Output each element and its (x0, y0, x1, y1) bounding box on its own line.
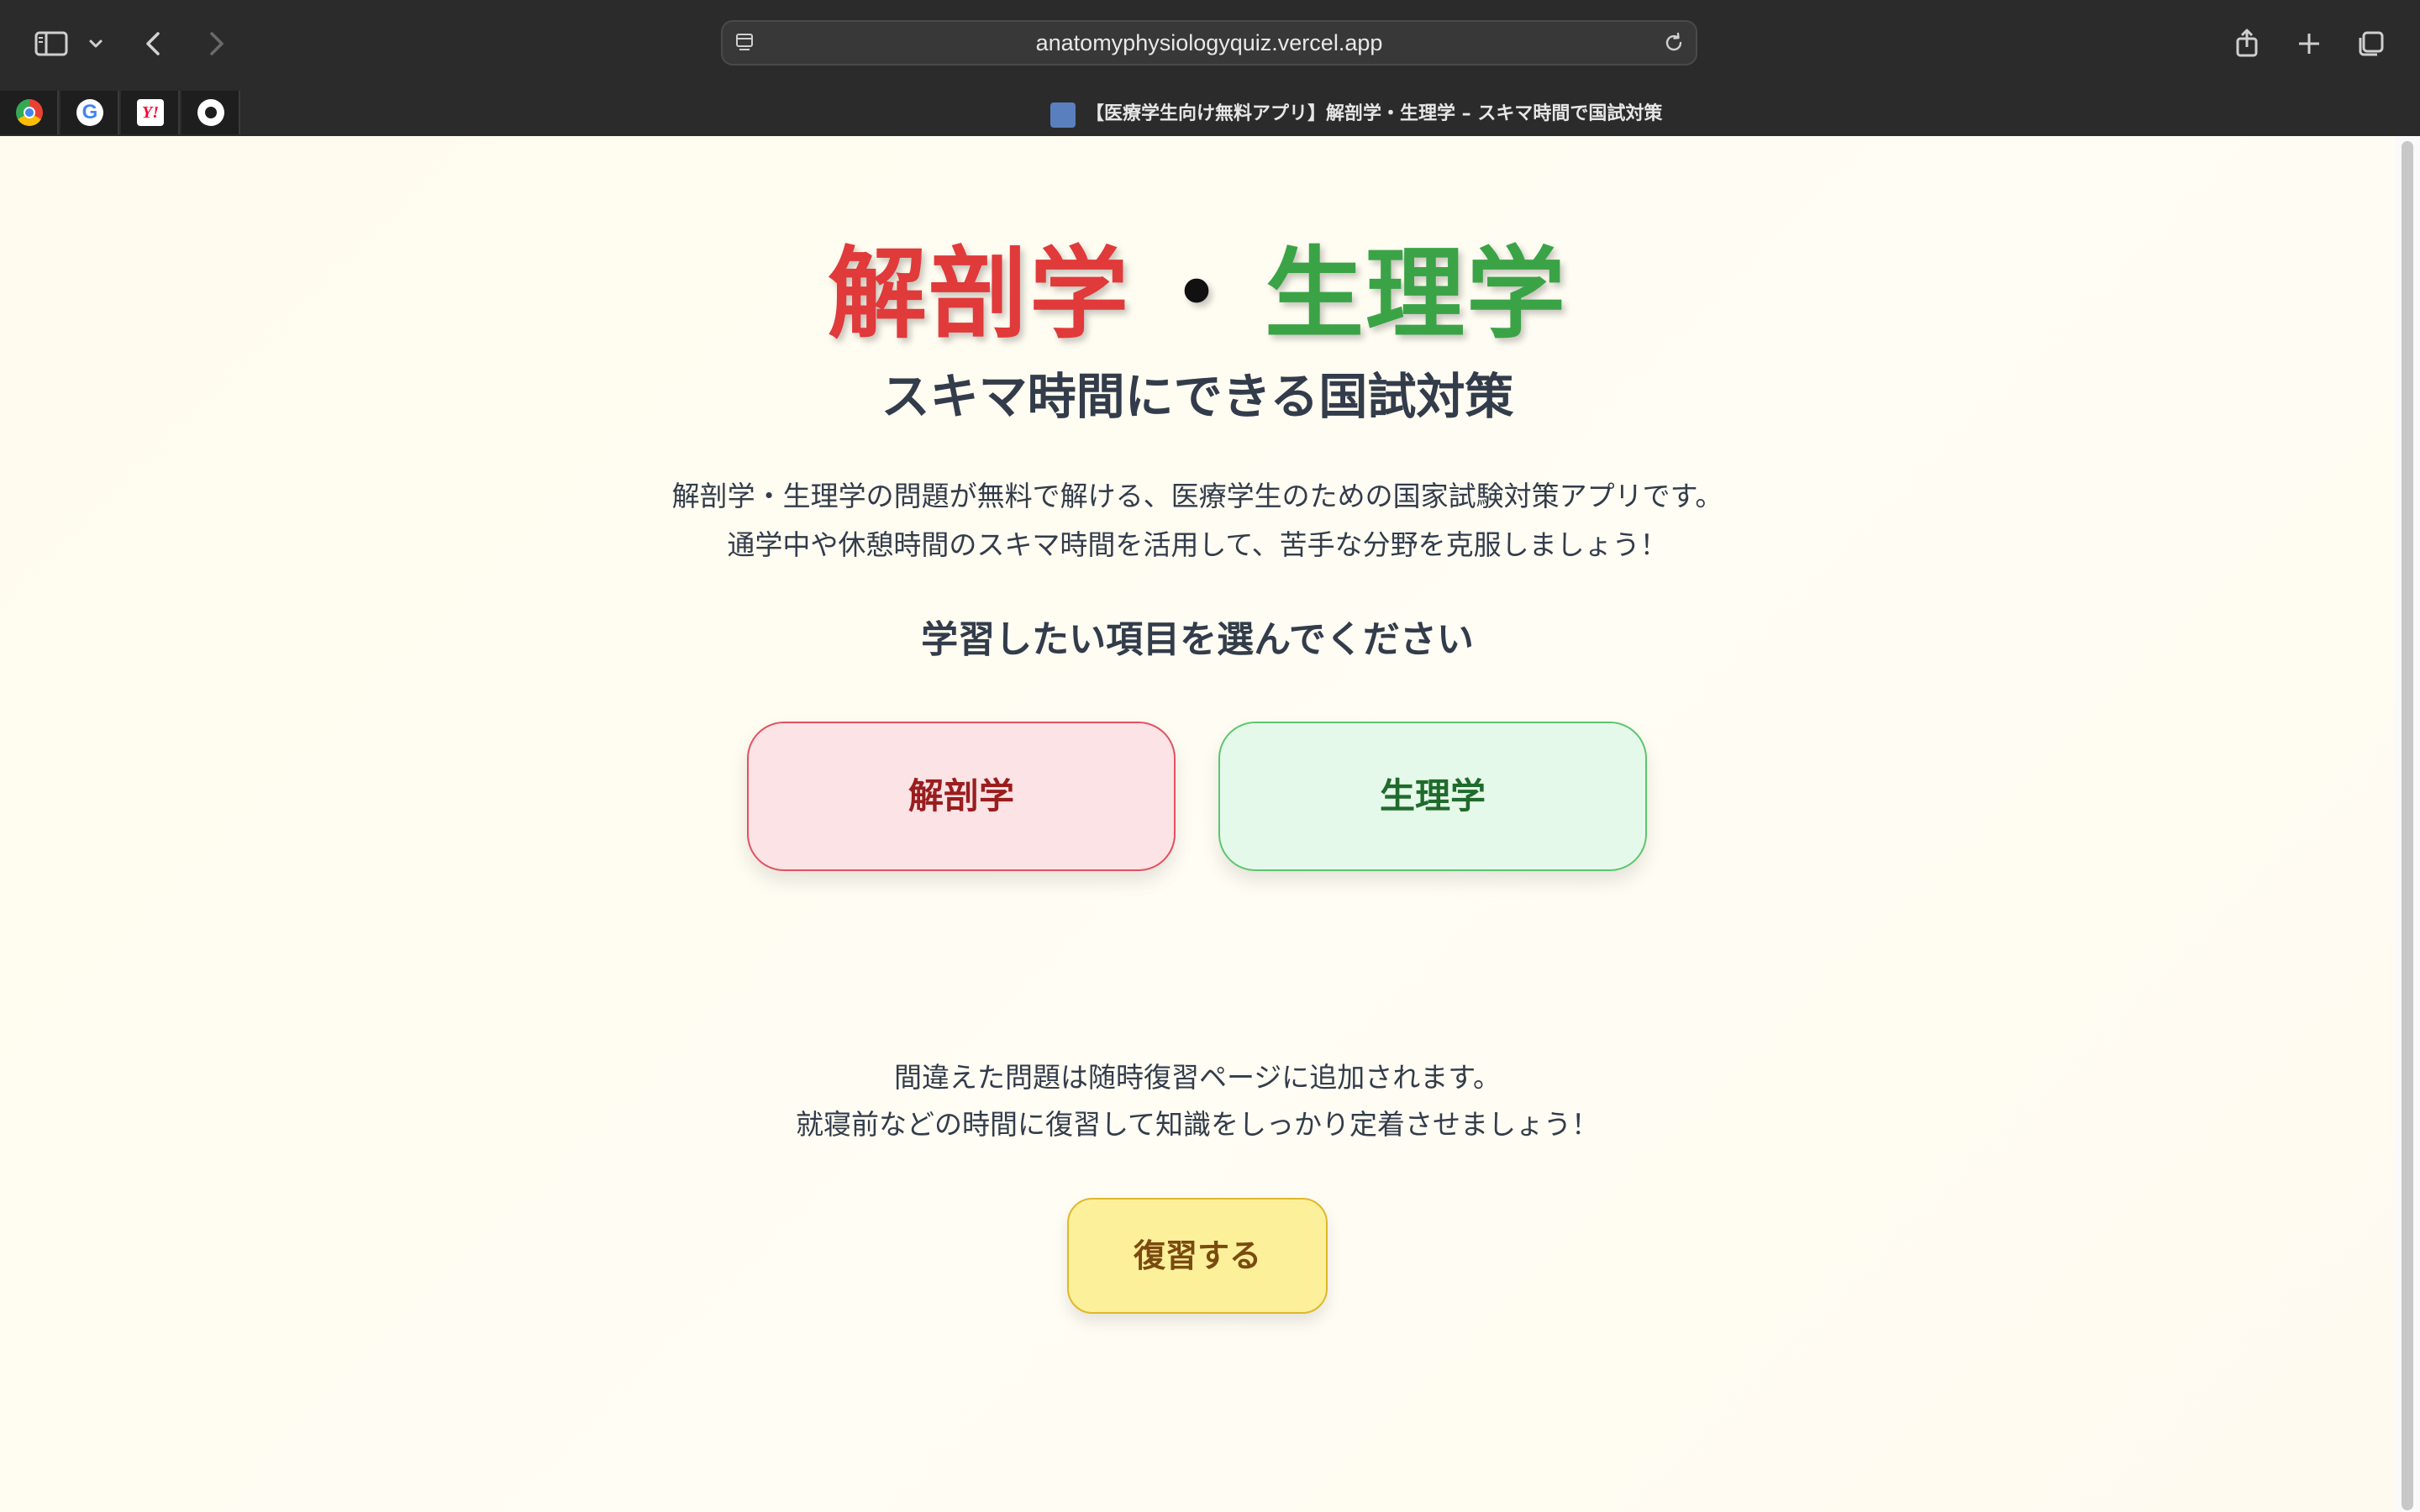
browser-chrome: anatomyphysiologyquiz.vercel.app G Y! 【医… (0, 0, 2420, 136)
title-physiology: 生理学 (1265, 236, 1568, 352)
forward-arrow-icon[interactable] (193, 22, 237, 66)
pinned-tab-chrome[interactable] (0, 91, 59, 134)
review-description: 間違えた問題は随時復習ページに追加されます。 就寝前などの時間に復習して知識をし… (0, 1054, 2395, 1148)
scrollbar[interactable] (2395, 136, 2420, 1512)
select-prompt: 学習したい項目を選んでください (921, 618, 1474, 661)
active-tab[interactable]: 【医療学生向け無料アプリ】解剖学・生理学 – スキマ時間で国試対策 (1050, 97, 1662, 131)
chrome-icon (16, 99, 43, 126)
physiology-button[interactable]: 生理学 (1218, 722, 1647, 871)
page-title: 解剖学・生理学 (0, 227, 2395, 361)
title-separator: ・ (1146, 236, 1248, 352)
tab-overview-icon[interactable] (2349, 22, 2393, 66)
pinned-tab-google[interactable]: G (60, 91, 119, 134)
description-line: 通学中や休憩時間のスキマ時間を活用して、苦手な分野を克服しましょう！ (727, 528, 1668, 561)
title-anatomy: 解剖学 (827, 236, 1130, 352)
review-description-line: 間違えた問題は随時復習ページに追加されます。 (893, 1061, 1502, 1094)
anatomy-button[interactable]: 解剖学 (747, 722, 1176, 871)
pinned-tab-apple[interactable] (182, 91, 240, 134)
apple-icon (197, 99, 224, 126)
description-line: 解剖学・生理学の問題が無料で解ける、医療学生のための国家試験対策アプリです。 (671, 480, 1723, 512)
page-subtitle: スキマ時間にできる国試対策 (881, 368, 1514, 425)
active-tab-title: 【医療学生向け無料アプリ】解剖学・生理学 – スキマ時間で国試対策 (1086, 103, 1663, 124)
review-description-line: 就寝前などの時間に復習して知識をしっかり定着させましょう！ (795, 1108, 1599, 1141)
url-text[interactable]: anatomyphysiologyquiz.vercel.app (723, 22, 1696, 64)
yahoo-icon: Y! (137, 99, 164, 126)
site-favicon-icon (1050, 102, 1076, 128)
share-icon[interactable] (2225, 22, 2269, 66)
sidebar-toggle-icon[interactable] (30, 22, 74, 66)
pinned-tab-yahoo[interactable]: Y! (121, 91, 180, 134)
description: 解剖学・生理学の問題が無料で解ける、医療学生のための国家試験対策アプリです。 通… (0, 472, 2395, 570)
reload-icon[interactable] (1660, 29, 1687, 56)
google-icon: G (76, 99, 103, 126)
tab-bar: G Y! 【医療学生向け無料アプリ】解剖学・生理学 – スキマ時間で国試対策 (0, 91, 2420, 136)
address-bar[interactable]: anatomyphysiologyquiz.vercel.app (721, 20, 1697, 66)
chevron-down-icon[interactable] (79, 22, 113, 66)
back-arrow-icon[interactable] (133, 22, 176, 66)
browser-toolbar: anatomyphysiologyquiz.vercel.app (0, 0, 2420, 87)
review-button[interactable]: 復習する (1067, 1198, 1328, 1314)
new-tab-icon[interactable] (2287, 22, 2331, 66)
scrollbar-thumb[interactable] (2402, 141, 2413, 1510)
